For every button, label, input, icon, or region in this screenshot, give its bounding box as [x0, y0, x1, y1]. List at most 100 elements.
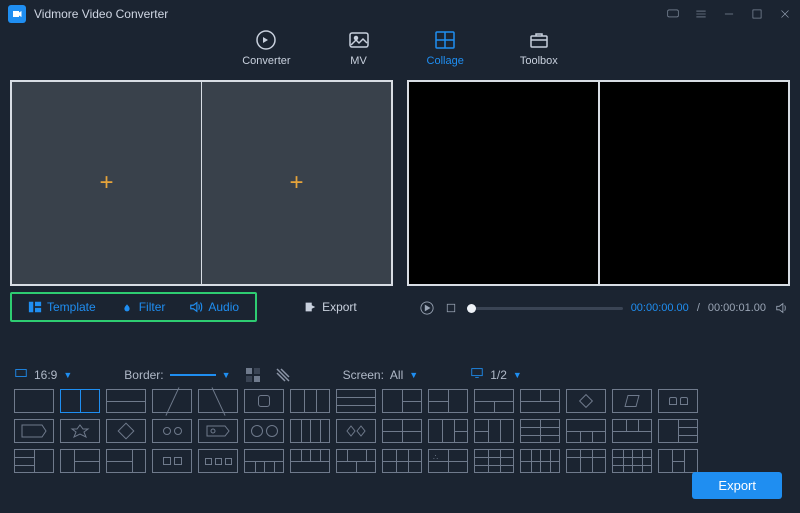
maximize-icon[interactable] — [750, 7, 764, 21]
template-thumb[interactable] — [566, 419, 606, 443]
preview-pane — [407, 80, 790, 286]
volume-icon[interactable] — [774, 300, 790, 316]
nav-label: MV — [350, 55, 367, 67]
template-thumb[interactable] — [244, 389, 284, 413]
template-thumb[interactable] — [474, 419, 514, 443]
chevron-down-icon: ▼ — [63, 370, 72, 380]
chevron-down-icon: ▼ — [409, 370, 418, 380]
template-thumb[interactable] — [520, 449, 560, 473]
nav-mv[interactable]: MV — [347, 28, 371, 67]
template-thumb[interactable] — [152, 389, 192, 413]
template-thumb[interactable] — [520, 419, 560, 443]
play-button[interactable] — [419, 300, 435, 316]
template-thumb[interactable] — [658, 389, 698, 413]
add-media-slot[interactable]: + — [201, 81, 392, 285]
tab-label: Template — [47, 300, 96, 314]
template-thumb[interactable] — [612, 419, 652, 443]
template-thumb[interactable] — [290, 419, 330, 443]
page-select[interactable]: 1/2 ▼ — [470, 366, 522, 383]
template-thumb[interactable] — [60, 449, 100, 473]
nav-label: Converter — [242, 55, 290, 67]
template-thumb[interactable] — [14, 389, 54, 413]
template-thumb[interactable] — [336, 389, 376, 413]
stop-button[interactable] — [443, 300, 459, 316]
template-thumb[interactable] — [382, 389, 422, 413]
app-logo-icon — [8, 5, 26, 23]
menu-icon[interactable] — [694, 7, 708, 21]
nav-collage[interactable]: Collage — [427, 28, 464, 67]
plus-icon: + — [99, 169, 113, 197]
template-icon — [28, 300, 42, 314]
aspect-ratio-select[interactable]: 16:9 ▼ — [14, 366, 72, 383]
template-thumb[interactable] — [428, 389, 468, 413]
template-thumb[interactable] — [290, 389, 330, 413]
workspace: + + — [0, 80, 800, 286]
border-style-toggle[interactable] — [275, 367, 291, 383]
main-nav: Converter MV Collage Toolbox — [0, 28, 800, 80]
screen-select[interactable]: Screen: All ▼ — [343, 368, 419, 382]
monitor-icon — [470, 366, 484, 383]
template-thumb[interactable] — [474, 389, 514, 413]
border-color-picker[interactable] — [245, 367, 261, 383]
template-thumb[interactable] — [60, 419, 100, 443]
template-thumb[interactable] — [566, 389, 606, 413]
feedback-icon[interactable] — [666, 7, 680, 21]
audio-icon — [189, 300, 203, 314]
template-thumb[interactable] — [658, 419, 698, 443]
template-thumb[interactable] — [106, 449, 146, 473]
template-thumb[interactable] — [244, 419, 284, 443]
nav-converter[interactable]: Converter — [242, 28, 290, 67]
template-thumb[interactable] — [428, 419, 468, 443]
minimize-icon[interactable] — [722, 7, 736, 21]
template-thumb[interactable] — [290, 449, 330, 473]
template-thumb[interactable] — [152, 419, 192, 443]
time-total: 00:00:01.00 — [708, 302, 766, 314]
template-thumb[interactable] — [520, 389, 560, 413]
template-thumb[interactable] — [244, 449, 284, 473]
template-thumb[interactable] — [336, 449, 376, 473]
filter-icon — [120, 300, 134, 314]
template-thumb[interactable] — [612, 389, 652, 413]
template-thumb[interactable] — [106, 389, 146, 413]
template-thumb[interactable] — [566, 449, 606, 473]
template-thumb[interactable] — [198, 419, 238, 443]
export-button[interactable]: Export — [692, 472, 782, 499]
tab-template[interactable]: Template — [16, 296, 108, 318]
tab-label: Export — [322, 300, 357, 314]
player-controls: 00:00:00.00/00:00:01.00 — [419, 296, 790, 320]
chevron-down-icon: ▼ — [222, 370, 231, 380]
screen-value: All — [390, 368, 403, 382]
close-icon[interactable] — [778, 7, 792, 21]
template-thumb[interactable] — [382, 449, 422, 473]
page-value: 1/2 — [490, 368, 507, 382]
seek-slider[interactable] — [467, 307, 623, 310]
tab-filter[interactable]: Filter — [108, 296, 178, 318]
aspect-icon — [14, 366, 28, 383]
template-thumb[interactable] — [612, 449, 652, 473]
template-thumb[interactable] — [14, 449, 54, 473]
collage-icon — [433, 28, 457, 52]
border-select[interactable]: Border: ▼ — [124, 368, 230, 382]
template-thumb[interactable] — [60, 389, 100, 413]
template-thumb[interactable] — [198, 389, 238, 413]
export-icon — [303, 300, 317, 314]
template-thumb[interactable]: ∴ — [428, 449, 468, 473]
tab-label: Audio — [208, 300, 239, 314]
template-thumb[interactable] — [382, 419, 422, 443]
template-thumb[interactable] — [106, 419, 146, 443]
options-row: 16:9 ▼ Border: ▼ Screen: All ▼ 1/2 ▼ — [0, 366, 800, 383]
nav-toolbox[interactable]: Toolbox — [520, 28, 558, 67]
template-thumb[interactable] — [658, 449, 698, 473]
seek-thumb[interactable] — [467, 304, 476, 313]
tab-export[interactable]: Export — [291, 296, 369, 318]
converter-icon — [254, 28, 278, 52]
time-current: 00:00:00.00 — [631, 302, 689, 314]
tab-audio[interactable]: Audio — [177, 296, 251, 318]
template-thumb[interactable] — [474, 449, 514, 473]
template-thumb[interactable] — [336, 419, 376, 443]
add-media-slot[interactable]: + — [11, 81, 201, 285]
template-thumb[interactable] — [198, 449, 238, 473]
chevron-down-icon: ▼ — [513, 370, 522, 380]
template-thumb[interactable] — [14, 419, 54, 443]
template-thumb[interactable] — [152, 449, 192, 473]
